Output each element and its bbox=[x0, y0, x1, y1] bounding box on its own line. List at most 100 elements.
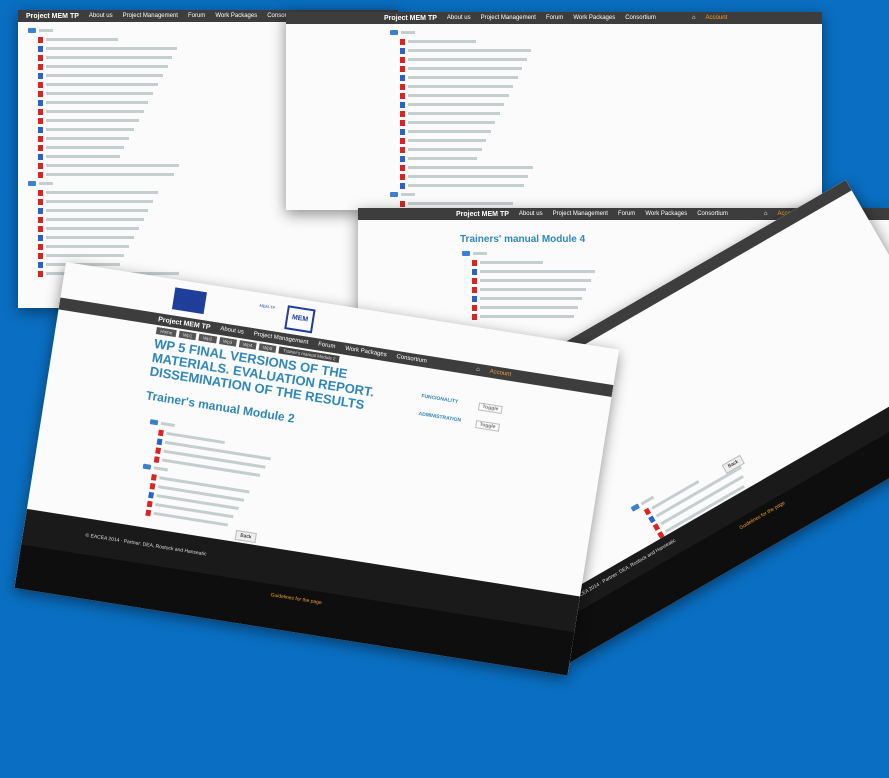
pdf-file-icon bbox=[400, 164, 405, 171]
file-item[interactable] bbox=[390, 100, 822, 109]
pdf-file-icon bbox=[38, 252, 43, 259]
tab-wp4[interactable]: Wp4 bbox=[238, 340, 257, 350]
nav-work-packages[interactable]: Work Packages bbox=[215, 13, 257, 19]
file-name bbox=[408, 85, 513, 88]
file-item[interactable] bbox=[390, 127, 822, 136]
toggle-button[interactable]: Toggle bbox=[475, 420, 501, 432]
doc-file-icon bbox=[472, 268, 477, 275]
home-icon[interactable]: ⌂ bbox=[692, 15, 696, 21]
file-item[interactable] bbox=[390, 163, 822, 172]
file-item[interactable] bbox=[390, 55, 822, 64]
brand-name[interactable]: Project MEM TP bbox=[384, 15, 437, 22]
pdf-file-icon bbox=[38, 117, 43, 124]
folder-label bbox=[401, 31, 415, 34]
brand-name[interactable]: Project MEM TP bbox=[26, 13, 79, 20]
file-name bbox=[46, 47, 178, 50]
file-item[interactable] bbox=[390, 118, 822, 127]
footer-text: © EACEA 2014 · Partner: DEA, Rostock and… bbox=[84, 532, 207, 558]
doc-file-icon bbox=[38, 234, 43, 241]
file-item[interactable] bbox=[390, 145, 822, 154]
nav-about[interactable]: About us bbox=[89, 13, 113, 19]
nav-work-packages[interactable]: Work Packages bbox=[345, 346, 387, 358]
nav-project-management[interactable]: Project Management bbox=[481, 15, 536, 21]
file-name bbox=[408, 112, 500, 115]
tab-wp3[interactable]: Wp3 bbox=[218, 336, 237, 347]
file-item[interactable] bbox=[28, 224, 398, 233]
file-item[interactable] bbox=[390, 73, 822, 82]
pdf-file-icon bbox=[145, 509, 152, 516]
nav-work-packages[interactable]: Work Packages bbox=[573, 15, 615, 21]
doc-file-icon bbox=[400, 74, 405, 81]
file-item[interactable] bbox=[390, 181, 822, 190]
tab-wp5[interactable]: Wp5 bbox=[258, 343, 277, 353]
file-item[interactable] bbox=[28, 233, 398, 242]
file-name bbox=[408, 49, 531, 52]
nav-project-management[interactable]: Project Management bbox=[123, 13, 178, 19]
file-name bbox=[480, 279, 591, 282]
file-item[interactable] bbox=[390, 46, 822, 55]
file-name bbox=[408, 94, 509, 97]
tab-wp1[interactable]: Wp1 bbox=[178, 330, 197, 341]
side-link-functionality[interactable]: FUNCIONALITY Toggle bbox=[421, 393, 503, 415]
user-menu[interactable]: Account bbox=[489, 369, 511, 378]
nav-work-packages[interactable]: Work Packages bbox=[645, 211, 687, 217]
nav-consortium[interactable]: Consortium bbox=[396, 354, 427, 365]
pdf-file-icon bbox=[400, 146, 405, 153]
nav-about[interactable]: About us bbox=[220, 326, 244, 336]
pdf-file-icon bbox=[472, 259, 477, 266]
file-item[interactable] bbox=[390, 64, 822, 73]
side-link-administration[interactable]: ADMINISTRATION Toggle bbox=[418, 411, 501, 432]
file-item[interactable] bbox=[28, 215, 398, 224]
eu-flag bbox=[171, 287, 207, 315]
file-item[interactable] bbox=[390, 37, 822, 46]
back-button[interactable]: Back bbox=[234, 529, 258, 544]
file-item[interactable] bbox=[390, 91, 822, 100]
file-item[interactable] bbox=[28, 251, 398, 260]
doc-file-icon bbox=[400, 155, 405, 162]
file-item[interactable] bbox=[28, 242, 398, 251]
nav-consortium[interactable]: Consortium bbox=[625, 15, 656, 21]
toggle-button[interactable]: Toggle bbox=[477, 402, 503, 415]
doc-file-icon bbox=[38, 99, 43, 106]
side-link-label: ADMINISTRATION bbox=[418, 411, 462, 424]
file-item[interactable] bbox=[390, 136, 822, 145]
home-icon[interactable]: ⌂ bbox=[476, 367, 481, 373]
pdf-file-icon bbox=[38, 90, 43, 97]
folder-icon bbox=[28, 28, 36, 33]
file-name bbox=[46, 128, 134, 131]
doc-file-icon bbox=[38, 45, 43, 52]
file-item[interactable] bbox=[390, 154, 822, 163]
file-item[interactable] bbox=[390, 172, 822, 181]
file-name bbox=[408, 148, 482, 151]
user-menu[interactable]: Account bbox=[706, 15, 728, 21]
file-name bbox=[408, 40, 476, 43]
file-item[interactable] bbox=[390, 82, 822, 91]
folder-label bbox=[153, 466, 168, 472]
nav-about[interactable]: About us bbox=[447, 15, 471, 21]
pdf-file-icon bbox=[38, 198, 43, 205]
file-item[interactable] bbox=[390, 109, 822, 118]
pdf-file-icon bbox=[400, 65, 405, 72]
file-name bbox=[480, 297, 583, 300]
nav-about[interactable]: About us bbox=[519, 211, 543, 217]
pdf-file-icon bbox=[38, 108, 43, 115]
tab-wp2[interactable]: Wp2 bbox=[198, 333, 217, 344]
nav-forum[interactable]: Forum bbox=[318, 342, 336, 351]
footer-link[interactable]: Guidelines for the page bbox=[270, 592, 322, 606]
pdf-file-icon bbox=[38, 225, 43, 232]
brand-name[interactable]: Project MEM TP bbox=[456, 211, 509, 218]
folder-item[interactable] bbox=[390, 192, 822, 197]
pdf-file-icon bbox=[146, 500, 153, 507]
doc-file-icon bbox=[400, 128, 405, 135]
pdf-file-icon bbox=[400, 110, 405, 117]
nav-forum[interactable]: Forum bbox=[546, 15, 563, 21]
nav-project-management[interactable]: Project Management bbox=[553, 211, 608, 217]
nav-consortium[interactable]: Consortium bbox=[697, 211, 728, 217]
home-icon[interactable]: ⌂ bbox=[764, 211, 768, 217]
folder-item[interactable] bbox=[390, 30, 822, 35]
file-item[interactable] bbox=[390, 199, 822, 208]
nav-forum[interactable]: Forum bbox=[618, 211, 635, 217]
nav-forum[interactable]: Forum bbox=[188, 13, 205, 19]
folder-icon bbox=[28, 181, 36, 186]
doc-file-icon bbox=[400, 101, 405, 108]
